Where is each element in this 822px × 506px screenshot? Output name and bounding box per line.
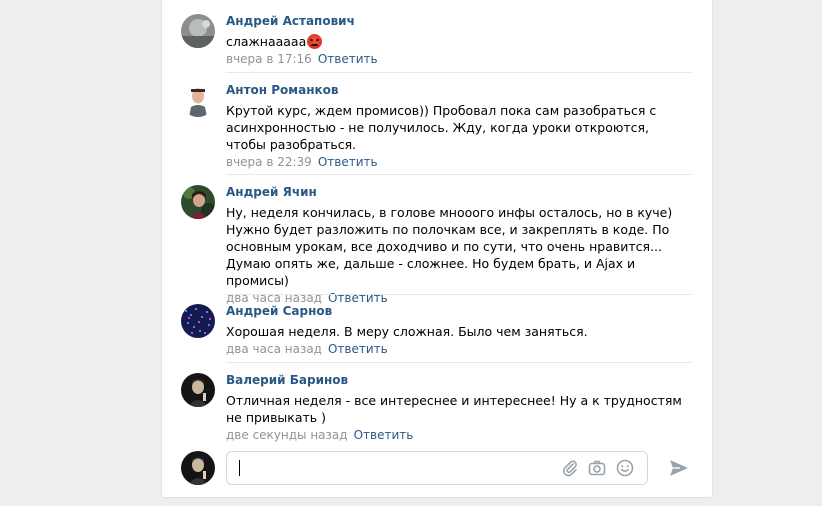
camera-icon[interactable] xyxy=(588,459,606,477)
divider xyxy=(226,174,692,175)
comment-text: Отличная неделя - все интереснее и интер… xyxy=(226,393,682,425)
divider xyxy=(226,294,692,295)
comment-input[interactable] xyxy=(237,458,561,480)
reply-link[interactable]: Ответить xyxy=(318,155,378,169)
comment-meta: две секунды назад Ответить xyxy=(226,427,692,444)
comment-text: Ну, неделя кончилась, в голове мнооого и… xyxy=(226,205,673,288)
angry-face-icon xyxy=(307,34,323,49)
comment-text-content: слажнааааа xyxy=(226,34,307,49)
comment-author[interactable]: Антон Романков xyxy=(226,83,692,98)
reply-link[interactable]: Ответить xyxy=(354,428,414,442)
comment-author[interactable]: Андрей Сарнов xyxy=(226,304,692,319)
comment-author[interactable]: Валерий Баринов xyxy=(226,373,692,388)
comment-time[interactable]: две секунды назад xyxy=(226,428,348,442)
comment-time[interactable]: вчера в 17:16 xyxy=(226,52,312,66)
reply-link[interactable]: Ответить xyxy=(328,342,388,356)
avatar[interactable] xyxy=(181,83,215,117)
divider xyxy=(226,72,692,73)
reply-link[interactable]: Ответить xyxy=(318,52,378,66)
comment-author[interactable]: Андрей Астапович xyxy=(226,14,692,29)
avatar[interactable] xyxy=(181,304,215,338)
comment-time[interactable]: два часа назад xyxy=(226,342,322,356)
avatar xyxy=(181,451,215,485)
comment-composer[interactable] xyxy=(226,451,648,485)
divider xyxy=(226,362,692,363)
avatar[interactable] xyxy=(181,185,215,219)
avatar[interactable] xyxy=(181,14,215,48)
avatar[interactable] xyxy=(181,373,215,407)
comment-meta: вчера в 22:39 Ответить xyxy=(226,154,692,171)
smile-icon[interactable] xyxy=(616,459,634,477)
comments-panel: Андрей Астапович слажнааааа вчера в 17:1… xyxy=(161,0,713,498)
comment-author[interactable]: Андрей Ячин xyxy=(226,185,692,200)
comment-text: Крутой курс, ждем промисов)) Пробовал по… xyxy=(226,103,657,152)
send-arrow-icon[interactable] xyxy=(667,456,691,480)
paperclip-icon[interactable] xyxy=(561,459,579,477)
comment-text: Хорошая неделя. В меру сложная. Было чем… xyxy=(226,324,588,339)
comment-meta: два часа назад Ответить xyxy=(226,341,692,358)
comment-time[interactable]: вчера в 22:39 xyxy=(226,155,312,169)
text-caret xyxy=(239,460,240,476)
comment-text: слажнааааа xyxy=(226,33,692,50)
comment-meta: вчера в 17:16 Ответить xyxy=(226,51,692,68)
